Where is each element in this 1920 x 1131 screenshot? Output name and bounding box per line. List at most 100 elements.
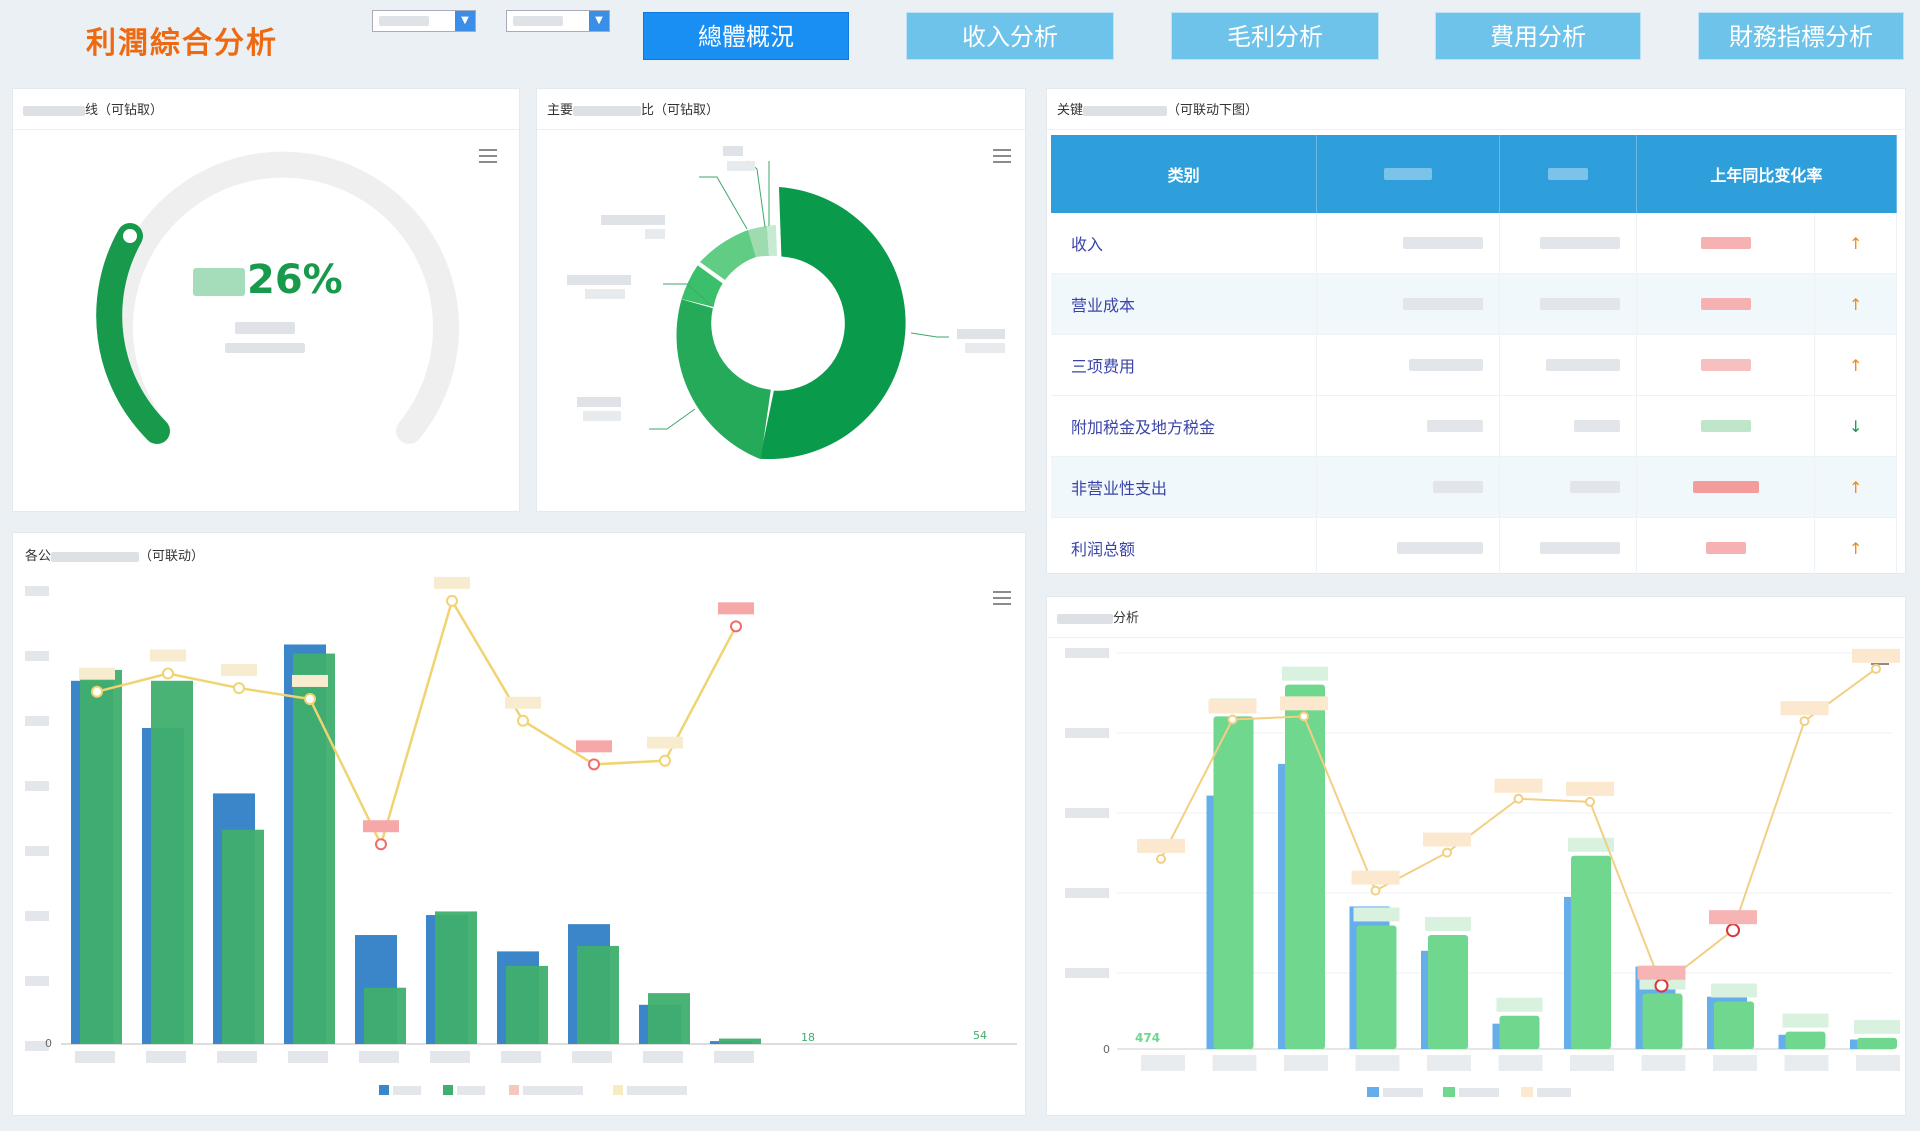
point-label (1780, 701, 1829, 716)
y-tick-label: 0 (1103, 1043, 1110, 1056)
y-tick-label (25, 651, 49, 661)
legend-swatch (379, 1085, 389, 1095)
x-tick-label (359, 1051, 399, 1063)
line-point (1227, 714, 1238, 725)
table-row[interactable]: 利润总额 ↑ (1051, 517, 1897, 579)
table-row[interactable]: 三项费用 ↑ (1051, 334, 1897, 396)
point-label (150, 649, 186, 662)
point-label (363, 820, 399, 833)
x-tick-label (1498, 1055, 1543, 1071)
tab-overview[interactable]: 總體概況 (643, 12, 849, 60)
arrow-up-icon: ↑ (1814, 334, 1897, 396)
legend-label (1383, 1088, 1423, 1097)
column-header-3 (1499, 135, 1637, 213)
line-point (659, 754, 671, 767)
point-label (1351, 870, 1400, 885)
table-row[interactable]: 附加税金及地方税金 ↓ (1051, 395, 1897, 457)
tab-gross-profit-analysis[interactable]: 毛利分析 (1171, 12, 1379, 60)
y-tick-label (25, 781, 49, 791)
line-point (233, 682, 245, 695)
tab-expense-analysis[interactable]: 費用分析 (1435, 12, 1641, 60)
legend-swatch (1367, 1087, 1379, 1097)
table-cell-category[interactable]: 附加税金及地方税金 (1051, 395, 1318, 457)
app-title: 利潤綜合分析 (86, 26, 278, 61)
line-point (1156, 853, 1166, 864)
line-point (730, 620, 742, 633)
y-tick-label (25, 716, 49, 726)
line-point (1513, 793, 1524, 804)
line-point (1370, 885, 1381, 896)
kpi-table: 类别 上年同比变化率 收入 ↑ 营业成本 ↑ 三项费用 ↑ 附加税金及地方税金 … (1051, 135, 1898, 579)
point-label (1423, 832, 1471, 847)
line-point (1654, 978, 1669, 993)
x-tick-label (146, 1051, 186, 1063)
legend-swatch (613, 1085, 623, 1095)
y-tick-label (1065, 728, 1109, 738)
bar-series-2 (1785, 1031, 1826, 1049)
table-row[interactable]: 收入 ↑ (1051, 213, 1897, 274)
tab-financial-indicators[interactable]: 財務指標分析 (1698, 12, 1904, 60)
bar-label (1854, 1019, 1900, 1034)
right-combo-chart[interactable]: 0 474 (1047, 597, 1907, 1117)
tab-revenue-analysis[interactable]: 收入分析 (906, 12, 1114, 60)
bar-series-2 (80, 669, 122, 1044)
line-point (1799, 716, 1810, 727)
point-label (1637, 965, 1686, 980)
bar-label (1711, 983, 1757, 998)
y-tick-label (1065, 648, 1109, 658)
bar-series-2 (577, 945, 619, 1044)
gauge-panel: 线（可钻取） 26% (12, 88, 520, 512)
company-combo-chart[interactable]: 0 18 54 (13, 533, 1027, 1117)
filter-select-1[interactable]: ▼ (372, 10, 476, 32)
table-row[interactable]: 营业成本 ↑ (1051, 273, 1897, 335)
legend-label (457, 1086, 485, 1095)
gauge-pointer (119, 225, 141, 247)
right-combo-panel: 分析 0 474 (1046, 596, 1906, 1116)
table-cell-category[interactable]: 收入 (1051, 213, 1318, 274)
filter-select-2[interactable]: ▼ (506, 10, 610, 32)
bar-series-2 (1213, 716, 1254, 1049)
legend-swatch (443, 1085, 453, 1095)
bar-series-2 (1857, 1037, 1897, 1049)
line-point (1871, 663, 1881, 674)
x-tick-label (572, 1051, 612, 1063)
table-row[interactable]: 非营业性支出 ↑ (1051, 456, 1897, 518)
bar-series-2 (222, 829, 264, 1044)
panel-title: 关键 （可联动下图） (1057, 103, 1259, 118)
table-cell-category[interactable]: 利润总额 (1051, 517, 1318, 579)
x-tick-label (288, 1051, 328, 1063)
point-label (576, 740, 612, 753)
point-label (1494, 778, 1543, 793)
point-label (434, 576, 470, 589)
line-point (1726, 923, 1740, 938)
legend-swatch (509, 1085, 519, 1095)
line-point (1299, 711, 1309, 722)
legend-label (1459, 1088, 1499, 1097)
line-point (517, 714, 529, 727)
table-cell-category[interactable]: 三项费用 (1051, 334, 1318, 396)
bar-series-2 (1571, 855, 1611, 1049)
point-label (647, 736, 683, 749)
point-label (79, 667, 115, 680)
x-tick-label (1784, 1055, 1829, 1071)
legend-label (1537, 1088, 1571, 1097)
table-cell-category[interactable]: 营业成本 (1051, 273, 1318, 335)
point-label (292, 674, 328, 687)
kpi-table-panel: 关键 （可联动下图） 类别 上年同比变化率 收入 ↑ 营业成本 ↑ 三项费用 ↑… (1046, 88, 1906, 579)
table-cell-category[interactable]: 非营业性支出 (1051, 456, 1318, 518)
donut-chart[interactable] (537, 89, 1027, 513)
x-tick-label (714, 1051, 754, 1063)
x-tick-label (1570, 1055, 1614, 1071)
bar-series-2 (1356, 925, 1397, 1049)
y-tick-label (1065, 968, 1109, 978)
line-point (375, 838, 387, 851)
legend-swatch (1521, 1087, 1533, 1097)
point-label (1852, 648, 1900, 663)
x-tick-label (1427, 1055, 1471, 1071)
x-tick-label (1641, 1055, 1686, 1071)
company-bar-line-panel: 各公 （可联动） 0 18 54 (12, 532, 1026, 1116)
chevron-down-icon: ▼ (589, 11, 609, 31)
y-tick-label (25, 911, 49, 921)
column-header-yoy-rate: 上年同比变化率 (1636, 135, 1898, 213)
bar-series-2 (293, 653, 335, 1044)
